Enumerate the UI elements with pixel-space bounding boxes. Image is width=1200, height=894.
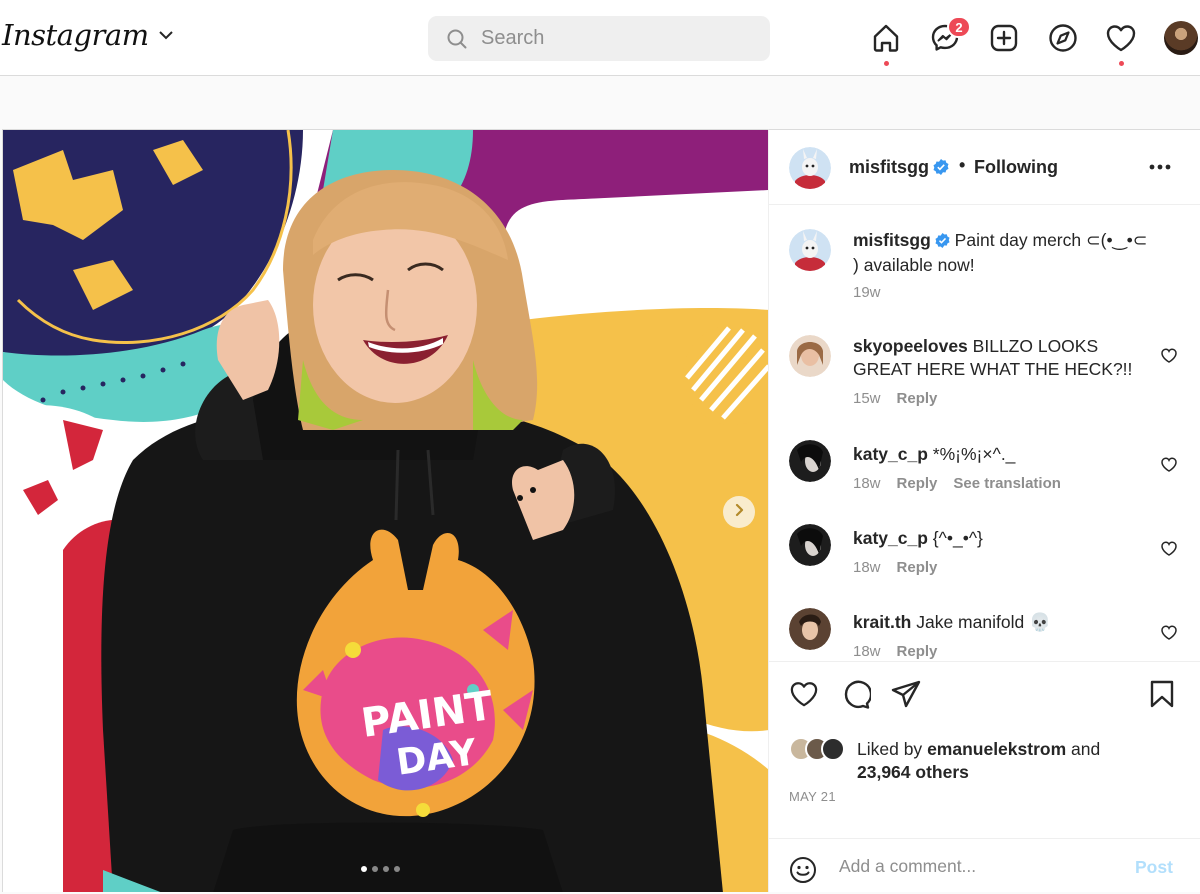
caption-meta: 19w (853, 284, 881, 301)
comment-text: katy_c_p *%¡%¡×^._ (853, 443, 1153, 466)
comment-like-heart-icon[interactable] (1161, 625, 1177, 645)
comment-username[interactable]: krait.th (853, 612, 911, 632)
comment-time[interactable]: 15w (853, 390, 881, 407)
add-comment-bar: Post (769, 838, 1200, 894)
comment-username[interactable]: skyopeeloves (853, 336, 968, 356)
carousel-dot (372, 866, 378, 872)
comment-body: {^•_•^} (932, 528, 983, 548)
chevron-down-icon[interactable] (158, 27, 173, 45)
new-post-icon[interactable] (986, 20, 1022, 56)
logo-wordmark[interactable]: Instagram (2, 18, 149, 52)
comment-text: krait.th Jake manifold 💀 (853, 611, 1153, 634)
verified-badge-icon (933, 159, 949, 180)
post-photo-artwork: PAINT DAY (3, 130, 768, 892)
carousel-next-button[interactable] (723, 496, 755, 528)
author-username[interactable]: misfitsgg (849, 157, 949, 180)
comment-username[interactable]: katy_c_p (853, 444, 928, 464)
comment-body: *%¡%¡×^._ (932, 444, 1016, 464)
explore-icon[interactable] (1045, 20, 1081, 56)
home-notification-dot (884, 61, 889, 66)
likes-others-count[interactable]: 23,964 others (857, 762, 969, 782)
reply-button[interactable]: Reply (897, 643, 938, 660)
comment-text: katy_c_p {^•_•^} (853, 527, 1153, 550)
liker-avatar (821, 737, 845, 761)
home-icon[interactable] (868, 20, 904, 56)
post-image[interactable]: PAINT DAY (2, 129, 768, 892)
top-navigation: Instagram 2 (0, 0, 1200, 76)
reply-button[interactable]: Reply (897, 390, 938, 407)
profile-avatar[interactable] (1164, 21, 1198, 55)
caption-username[interactable]: misfitsgg (853, 230, 931, 250)
search-icon (447, 29, 467, 49)
author-avatar[interactable] (789, 229, 831, 271)
commenter-avatar[interactable] (789, 608, 831, 650)
comment-bubble-icon[interactable] (841, 680, 873, 715)
following-button[interactable]: Following (974, 157, 1058, 178)
commenter-avatar[interactable] (789, 440, 831, 482)
author-username-text[interactable]: misfitsgg (849, 157, 929, 177)
comment-like-heart-icon[interactable] (1161, 541, 1177, 561)
instagram-logo[interactable]: Instagram (2, 18, 173, 52)
search-input[interactable] (481, 27, 731, 50)
search-bar[interactable] (428, 16, 770, 61)
share-paper-plane-icon[interactable] (891, 680, 921, 713)
likes-text: Liked by emanuelekstrom and 23,964 other… (857, 738, 1187, 784)
save-bookmark-icon[interactable] (1149, 680, 1175, 713)
commenter-avatar[interactable] (789, 524, 831, 566)
post-header: misfitsgg • Following (769, 130, 1200, 205)
likes-prefix: Liked by (857, 739, 923, 759)
post-date[interactable]: MAY 21 (789, 789, 836, 804)
activity-notification-dot (1119, 61, 1124, 66)
liker-avatars[interactable] (789, 737, 853, 761)
comment-meta: 18w Reply (853, 559, 937, 576)
comment-time[interactable]: 18w (853, 559, 881, 576)
post-comment-button[interactable]: Post (1135, 857, 1173, 878)
like-heart-icon[interactable] (789, 680, 819, 713)
comment-like-heart-icon[interactable] (1161, 457, 1177, 477)
comment-input[interactable] (839, 856, 1129, 877)
caption-time[interactable]: 19w (853, 284, 881, 301)
post-actions: Liked by emanuelekstrom and 23,964 other… (769, 661, 1200, 893)
comment-meta: 18w Reply (853, 643, 937, 660)
commenter-avatar[interactable] (789, 335, 831, 377)
comment-username[interactable]: katy_c_p (853, 528, 928, 548)
carousel-dot (361, 866, 367, 872)
carousel-indicator (361, 866, 400, 872)
activity-heart-icon[interactable] (1103, 20, 1139, 56)
messenger-badge: 2 (947, 16, 971, 38)
emoji-icon[interactable] (789, 856, 817, 889)
comment-body: Jake manifold 💀 (916, 612, 1051, 632)
comments-list[interactable]: misfitsgg Paint day merch ⊂(•‿•⊂ ) avail… (769, 206, 1200, 661)
comment-time[interactable]: 18w (853, 475, 881, 492)
carousel-dot (383, 866, 389, 872)
carousel-dot (394, 866, 400, 872)
author-avatar[interactable] (789, 147, 831, 189)
more-options-icon[interactable] (1145, 156, 1175, 178)
caption-text: misfitsgg Paint day merch ⊂(•‿•⊂ ) avail… (853, 229, 1153, 277)
see-translation-button[interactable]: See translation (953, 475, 1061, 492)
comment-meta: 18w Reply See translation (853, 475, 1061, 492)
comment-like-heart-icon[interactable] (1161, 348, 1177, 368)
reply-button[interactable]: Reply (897, 559, 938, 576)
comment-text: skyopeeloves BILLZO LOOKS GREAT HERE WHA… (853, 335, 1153, 381)
reply-button[interactable]: Reply (897, 475, 938, 492)
post-details-panel: misfitsgg • Following misfitsgg Paint da… (768, 129, 1200, 892)
comment-meta: 15w Reply (853, 390, 937, 407)
verified-badge-icon (935, 231, 950, 254)
liker-username[interactable]: emanuelekstrom (927, 739, 1066, 759)
likes-joiner: and (1071, 739, 1101, 759)
comment-time[interactable]: 18w (853, 643, 881, 660)
chevron-right-icon (732, 503, 746, 522)
header-separator: • (959, 155, 966, 175)
